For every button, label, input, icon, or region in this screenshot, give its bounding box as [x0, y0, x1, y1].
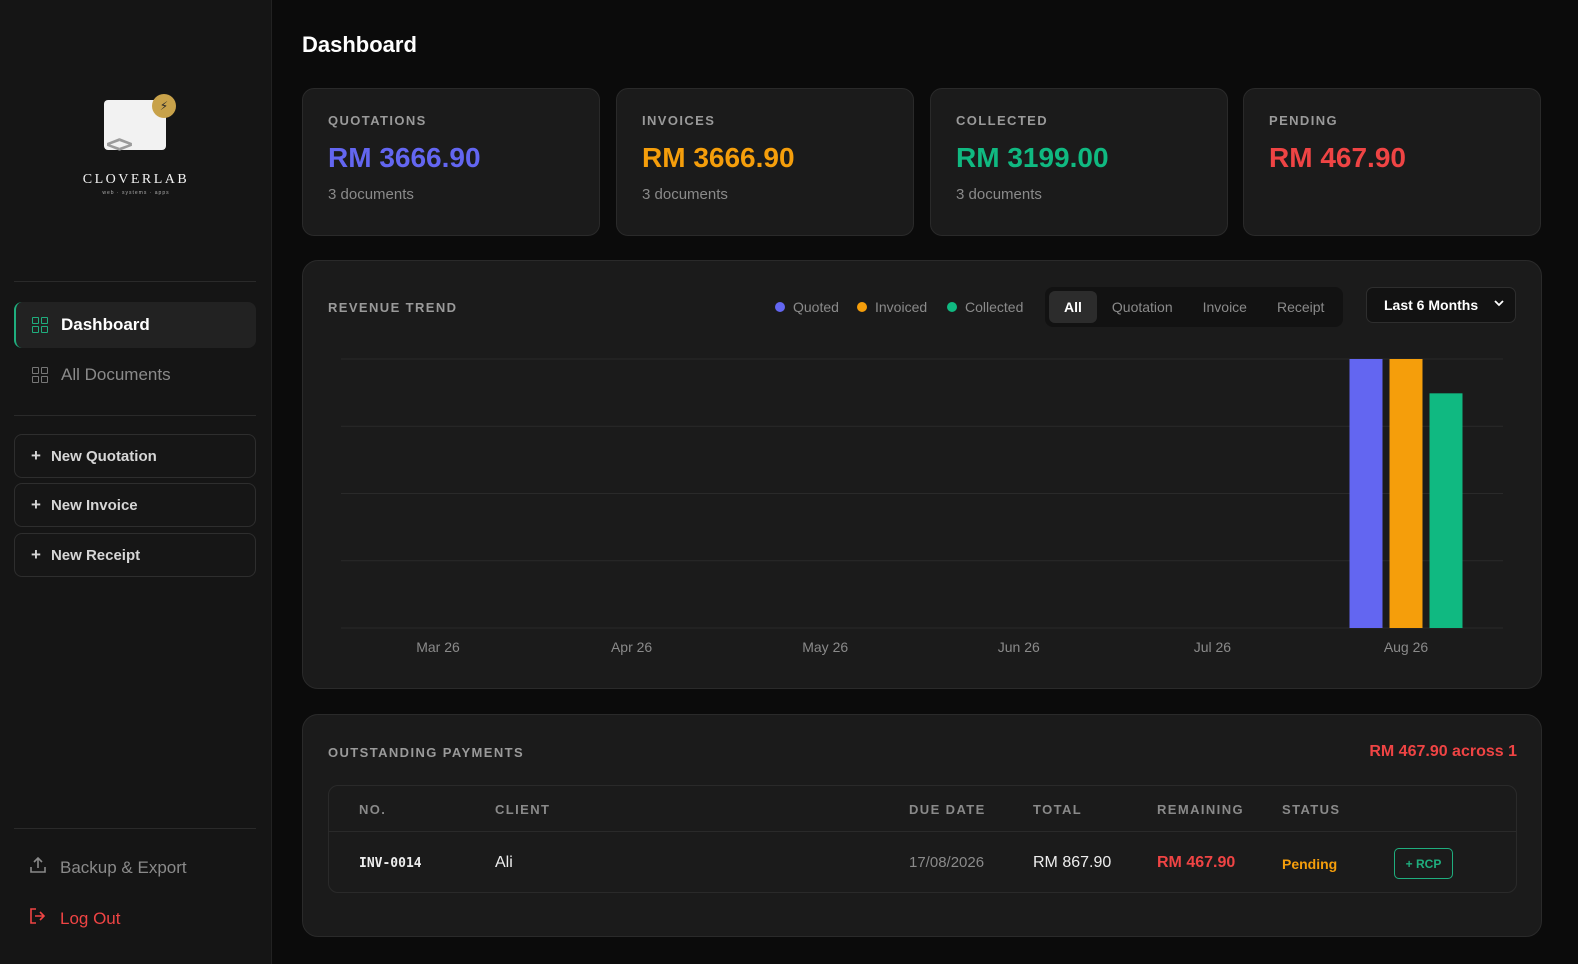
bar-invoiced-aug-26 [1389, 359, 1423, 628]
stat-label: COLLECTED [956, 113, 1049, 128]
sidebar-divider [14, 415, 256, 416]
brand-tagline: web · systems · apps [102, 190, 170, 196]
lightbulb-icon: ⚡ [152, 94, 176, 118]
x-tick-label: Mar 26 [416, 639, 460, 655]
revenue-bar-chart: Mar 26 Apr 26 May 26 Jun 26 Jul 26 Aug 26 [341, 358, 1503, 655]
stat-sub: 3 documents [328, 186, 414, 203]
sidebar-item-all-documents[interactable]: All Documents [14, 352, 256, 398]
backup-export-link[interactable]: Backup & Export [28, 856, 187, 879]
stat-value: RM 3666.90 [328, 142, 481, 173]
quotations-stat-card: QUOTATIONS RM 3666.90 3 documents [302, 88, 600, 236]
stat-sub: 3 documents [642, 186, 728, 203]
invoices-stat-card: INVOICES RM 3666.90 3 documents [616, 88, 914, 236]
stat-sub: 3 documents [956, 186, 1042, 203]
outstanding-payments-title: OUTSTANDING PAYMENTS [328, 745, 525, 760]
sidebar-divider [14, 828, 256, 829]
outstanding-summary: RM 467.90 across 1 [1369, 743, 1517, 760]
stat-value: RM 3199.00 [956, 142, 1109, 173]
stat-value: RM 3666.90 [642, 142, 795, 173]
logout-link[interactable]: Log Out [28, 907, 121, 930]
sidebar-divider [14, 281, 256, 282]
x-tick-label: Apr 26 [611, 639, 652, 655]
status-badge: Pending [1282, 856, 1338, 872]
x-tick-label: May 26 [802, 639, 848, 655]
client-name: Ali [495, 854, 513, 871]
table-divider [329, 831, 1516, 832]
bar-quoted-aug-26 [1349, 359, 1383, 628]
brand-logo: <> ⚡ CLOVERLAB web · systems · apps [80, 92, 192, 200]
x-tick-label: Jun 26 [998, 639, 1040, 655]
due-date: 17/08/2026 [909, 854, 985, 871]
invoice-number: INV-0014 [359, 856, 422, 871]
column-header-due-date: DUE DATE [909, 802, 986, 817]
new-receipt-label: New Receipt [50, 546, 141, 564]
add-receipt-button[interactable]: + RCP [1394, 848, 1453, 879]
x-tick-label: Jul 26 [1194, 639, 1232, 655]
page-title: Dashboard [302, 32, 417, 57]
stat-value: RM 467.90 [1269, 142, 1406, 173]
backup-export-label: Backup & Export [60, 857, 187, 877]
total-amount: RM 867.90 [1033, 854, 1112, 871]
stat-label: INVOICES [642, 113, 716, 128]
column-header-remaining: REMAINING [1157, 802, 1244, 817]
pending-stat-card: PENDING RM 467.90 [1243, 88, 1541, 236]
stat-label: QUOTATIONS [328, 113, 427, 128]
documents-grid-icon [32, 367, 48, 383]
plus-icon: + [31, 495, 41, 514]
plus-icon: + [31, 545, 41, 564]
column-header-status: STATUS [1282, 802, 1341, 817]
remaining-amount: RM 467.90 [1157, 854, 1236, 871]
sidebar-item-dashboard[interactable]: Dashboard [14, 302, 256, 348]
dashboard-grid-icon [32, 317, 48, 333]
new-invoice-label: New Invoice [50, 496, 138, 514]
plus-icon: + [31, 446, 41, 465]
sidebar-item-label: Dashboard [61, 315, 150, 334]
brand-name: CLOVERLAB [82, 172, 190, 187]
column-header-client: CLIENT [495, 802, 551, 817]
outstanding-payments-panel: OUTSTANDING PAYMENTS RM 467.90 across 1 … [302, 714, 1542, 937]
new-quotation-button[interactable]: + New Quotation [14, 434, 256, 478]
code-brackets-icon: <> [106, 130, 133, 158]
bar-collected-aug-26 [1429, 393, 1463, 628]
revenue-trend-panel: REVENUE TREND Quoted Invoiced Collected … [302, 260, 1542, 689]
column-header-no: NO. [359, 802, 387, 817]
logout-label: Log Out [60, 908, 121, 928]
stat-label: PENDING [1269, 113, 1339, 128]
upload-icon [28, 856, 48, 879]
new-receipt-button[interactable]: + New Receipt [14, 533, 256, 577]
new-invoice-button[interactable]: + New Invoice [14, 483, 256, 527]
outstanding-table: NO. CLIENT DUE DATE TOTAL REMAINING STAT… [328, 785, 1517, 893]
sidebar: <> ⚡ CLOVERLAB web · systems · apps Dash… [0, 0, 272, 964]
new-quotation-label: New Quotation [50, 447, 157, 465]
x-tick-label: Aug 26 [1384, 639, 1429, 655]
collected-stat-card: COLLECTED RM 3199.00 3 documents [930, 88, 1228, 236]
logout-icon [28, 907, 48, 930]
column-header-total: TOTAL [1033, 802, 1083, 817]
sidebar-item-label: All Documents [61, 365, 171, 384]
